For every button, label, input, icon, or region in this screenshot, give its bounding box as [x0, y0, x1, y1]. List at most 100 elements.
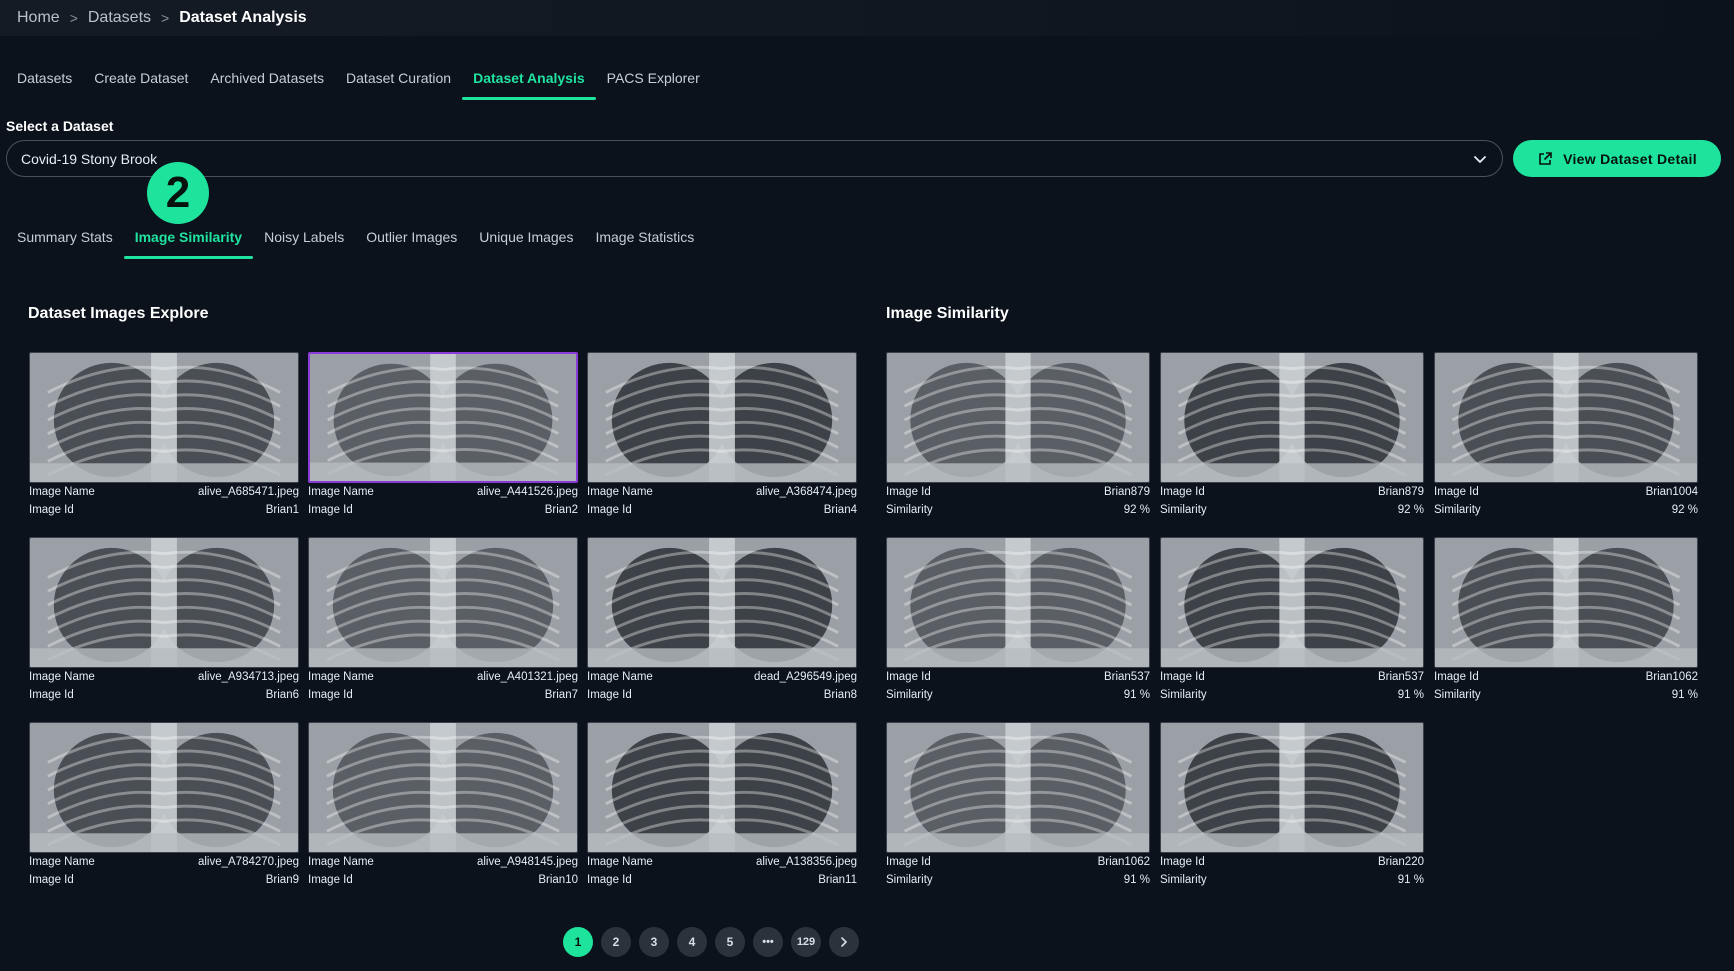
similar-image-card[interactable]: Image Id Brian1004 Similarity 92 % — [1434, 352, 1698, 517]
xray-thumbnail[interactable] — [308, 537, 578, 668]
image-id-label: Image Id — [587, 874, 632, 886]
xray-thumbnail[interactable] — [587, 537, 857, 668]
dataset-select[interactable]: Covid-19 Stony Brook — [6, 140, 1503, 177]
image-name-value: alive_A784270.jpeg — [197, 856, 299, 868]
image-name-row: Image Name alive_A138356.jpeg — [587, 853, 857, 871]
explore-image-card[interactable]: Image Name dead_A296549.jpeg Image Id Brian… — [587, 537, 857, 702]
xray-thumbnail[interactable] — [886, 722, 1150, 853]
tab-datasets[interactable]: Datasets — [6, 62, 83, 100]
similarity-label: Similarity — [1434, 689, 1481, 701]
similarity-label: Similarity — [886, 689, 933, 701]
tab-unique-images[interactable]: Unique Images — [468, 219, 584, 259]
similarity-value: 92 % — [1397, 504, 1424, 516]
page-button[interactable]: 1 — [563, 927, 593, 957]
similar-image-card[interactable]: Image Id Brian537 Similarity 91 % — [1160, 537, 1424, 702]
explore-image-card[interactable]: Image Name alive_A934713.jpeg Image Id Bria… — [29, 537, 299, 702]
image-id-value: Brian537 — [1377, 671, 1424, 683]
tab-dataset-analysis[interactable]: Dataset Analysis — [462, 62, 596, 100]
xray-thumbnail[interactable] — [886, 352, 1150, 483]
page-ellipsis[interactable]: ••• — [753, 927, 783, 957]
similar-image-card[interactable]: Image Id Brian1062 Similarity 91 % — [1434, 537, 1698, 702]
tab-image-similarity[interactable]: Image Similarity — [123, 219, 254, 259]
image-id-row: Image Id Brian879 — [1160, 483, 1424, 501]
xray-thumbnail[interactable] — [587, 722, 857, 853]
external-link-icon — [1539, 151, 1552, 165]
image-id-label: Image Id — [308, 504, 353, 516]
tab-pacs-explorer[interactable]: PACS Explorer — [596, 62, 711, 100]
tab-create-dataset[interactable]: Create Dataset — [83, 62, 199, 100]
image-id-value: Brian1062 — [1645, 671, 1698, 683]
xray-thumbnail[interactable] — [29, 537, 299, 668]
similar-image-card[interactable]: Image Id Brian537 Similarity 91 % — [886, 537, 1150, 702]
image-id-row: Image Id Brian1 — [29, 501, 299, 519]
image-id-value: Brian7 — [544, 689, 578, 701]
similarity-label: Similarity — [1160, 689, 1207, 701]
tab-image-statistics[interactable]: Image Statistics — [584, 219, 705, 259]
image-name-value: alive_A368474.jpeg — [755, 486, 857, 498]
similarity-value: 91 % — [1671, 689, 1698, 701]
page-button[interactable]: 5 — [715, 927, 745, 957]
image-id-label: Image Id — [308, 874, 353, 886]
xray-thumbnail[interactable] — [1160, 537, 1424, 668]
similarity-value: 91 % — [1397, 689, 1424, 701]
xray-thumbnail[interactable] — [29, 722, 299, 853]
tab-dataset-curation[interactable]: Dataset Curation — [335, 62, 462, 100]
xray-thumbnail[interactable] — [1434, 537, 1698, 668]
image-name-label: Image Name — [29, 671, 95, 683]
breadcrumb-home[interactable]: Home — [17, 9, 60, 27]
page-button[interactable]: 3 — [639, 927, 669, 957]
explore-section-title: Dataset Images Explore — [28, 305, 209, 322]
explore-image-card[interactable]: Image Name alive_A401321.jpeg Image Id Bria… — [308, 537, 578, 702]
tab-outlier-images[interactable]: Outlier Images — [355, 219, 468, 259]
xray-thumbnail[interactable] — [587, 352, 857, 483]
xray-thumbnail[interactable] — [308, 352, 578, 483]
image-name-row: Image Name alive_A784270.jpeg — [29, 853, 299, 871]
image-name-row: Image Name alive_A441526.jpeg — [308, 483, 578, 501]
explore-image-card[interactable]: Image Name alive_A368474.jpeg Image Id Bria… — [587, 352, 857, 517]
image-id-label: Image Id — [886, 671, 931, 683]
similarity-row: Similarity 91 % — [886, 871, 1150, 889]
page-button-last[interactable]: 129 — [791, 927, 821, 957]
image-id-value: Brian537 — [1103, 671, 1150, 683]
image-name-value: alive_A934713.jpeg — [197, 671, 299, 683]
select-dataset-label: Select a Dataset — [6, 118, 114, 134]
tab-archived-datasets[interactable]: Archived Datasets — [199, 62, 335, 100]
similar-image-card[interactable]: Image Id Brian879 Similarity 92 % — [1160, 352, 1424, 517]
similar-image-card[interactable]: Image Id Brian879 Similarity 92 % — [886, 352, 1150, 517]
similar-image-card[interactable]: Image Id Brian1062 Similarity 91 % — [886, 722, 1150, 887]
image-name-row: Image Name alive_A934713.jpeg — [29, 668, 299, 686]
page-button[interactable]: 4 — [677, 927, 707, 957]
image-id-value: Brian6 — [265, 689, 299, 701]
page-button[interactable]: 2 — [601, 927, 631, 957]
breadcrumb-separator: > — [161, 10, 170, 26]
next-page-button[interactable] — [829, 927, 859, 957]
image-id-row: Image Id Brian9 — [29, 871, 299, 889]
similarity-label: Similarity — [1434, 504, 1481, 516]
tab-noisy-labels[interactable]: Noisy Labels — [253, 219, 355, 259]
xray-thumbnail[interactable] — [886, 537, 1150, 668]
similarity-value: 91 % — [1123, 689, 1150, 701]
explore-image-card[interactable]: Image Name alive_A138356.jpeg Image Id Bria… — [587, 722, 857, 887]
explore-image-card[interactable]: Image Name alive_A784270.jpeg Image Id Bria… — [29, 722, 299, 887]
similarity-row: Similarity 91 % — [1434, 686, 1698, 704]
image-id-row: Image Id Brian10 — [308, 871, 578, 889]
similarity-section-title: Image Similarity — [886, 305, 1009, 322]
explore-image-card[interactable]: Image Name alive_A441526.jpeg Image Id Bria… — [308, 352, 578, 517]
xray-thumbnail[interactable] — [29, 352, 299, 483]
image-name-row: Image Name alive_A948145.jpeg — [308, 853, 578, 871]
xray-thumbnail[interactable] — [1434, 352, 1698, 483]
view-dataset-detail-button[interactable]: View Dataset Detail — [1513, 140, 1721, 177]
image-name-row: Image Name alive_A368474.jpeg — [587, 483, 857, 501]
explore-image-card[interactable]: Image Name alive_A948145.jpeg Image Id Bria… — [308, 722, 578, 887]
tab-summary-stats[interactable]: Summary Stats — [6, 219, 124, 259]
image-name-row: Image Name dead_A296549.jpeg — [587, 668, 857, 686]
xray-thumbnail[interactable] — [1160, 722, 1424, 853]
xray-thumbnail[interactable] — [1160, 352, 1424, 483]
xray-thumbnail[interactable] — [308, 722, 578, 853]
similarity-label: Similarity — [886, 504, 933, 516]
image-id-value: Brian4 — [823, 504, 857, 516]
breadcrumb-datasets[interactable]: Datasets — [88, 9, 151, 27]
similarity-value: 92 % — [1671, 504, 1698, 516]
explore-image-card[interactable]: Image Name alive_A685471.jpeg Image Id Bria… — [29, 352, 299, 517]
similar-image-card[interactable]: Image Id Brian220 Similarity 91 % — [1160, 722, 1424, 887]
